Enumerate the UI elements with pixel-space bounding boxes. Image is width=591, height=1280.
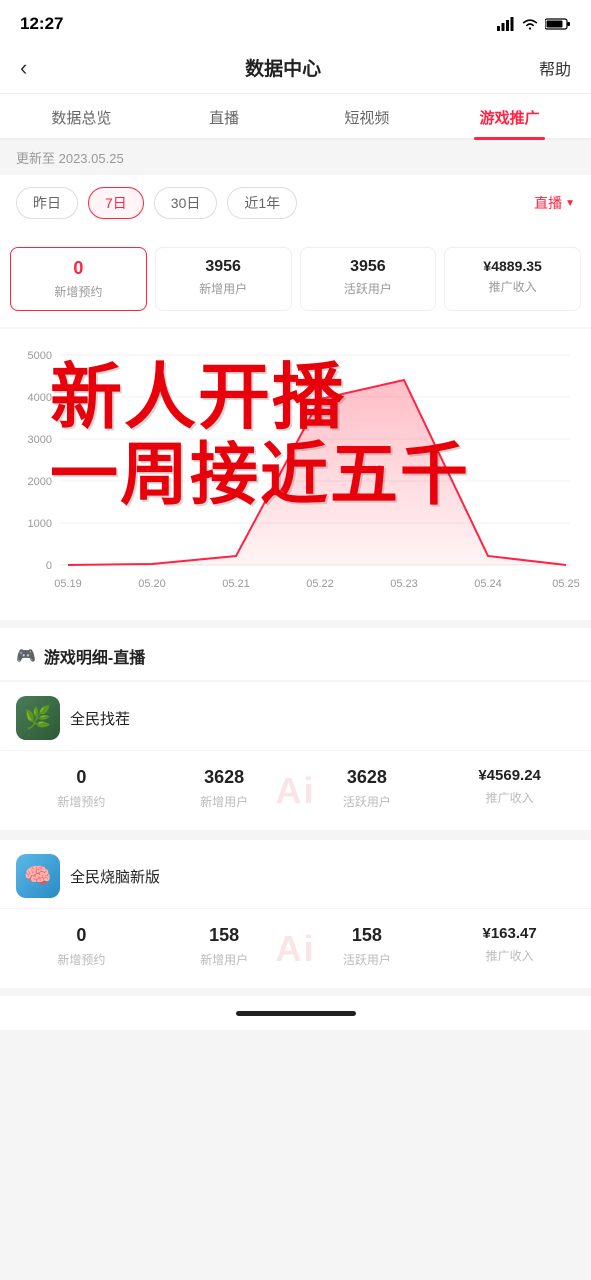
bottom-bar — [0, 996, 591, 1030]
stat-value-reservations: 0 — [15, 258, 142, 279]
game-stat-val-2-2: 158 — [296, 925, 439, 946]
svg-text:05.22: 05.22 — [306, 578, 334, 590]
game-stat-lbl-2-1: 新增用户 — [153, 951, 296, 968]
game-stat-val-1-2: 3628 — [296, 767, 439, 788]
game-stat-reservations-1: 0 新增预约 — [10, 767, 153, 810]
tab-data-overview[interactable]: 数据总览 — [10, 94, 153, 138]
game-thumb-2: 🧠 — [16, 854, 60, 898]
game-stat-val-2-1: 158 — [153, 925, 296, 946]
game-stat-reservations-2: 0 新增预约 — [10, 925, 153, 968]
game-stat-val-2-3: ¥163.47 — [438, 925, 581, 942]
game-header-1: 🌿 全民找茬 — [0, 682, 591, 751]
svg-text:05.24: 05.24 — [474, 578, 502, 590]
filter-1year[interactable]: 近1年 — [227, 187, 297, 219]
game-name-1: 全民找茬 — [70, 708, 130, 729]
chart-fill — [68, 380, 566, 565]
back-button[interactable]: ‹ — [20, 55, 27, 81]
game-stat-active-users-1: 3628 活跃用户 — [296, 767, 439, 810]
svg-text:3000: 3000 — [28, 434, 52, 446]
tab-game-promo[interactable]: 游戏推广 — [438, 94, 581, 138]
game-item-2: 🧠 全民烧脑新版 Ai 0 新增预约 158 新增用户 158 活跃用户 ¥16… — [0, 840, 591, 988]
update-text: 更新至 2023.05.25 — [16, 151, 124, 166]
gamepad-icon: 🎮 — [16, 646, 36, 666]
svg-text:0: 0 — [46, 560, 52, 572]
stats-row: 0 新增预约 3956 新增用户 3956 活跃用户 ¥4889.35 推广收入 — [0, 231, 591, 327]
stat-label-active-users: 活跃用户 — [305, 280, 432, 297]
page-title: 数据中心 — [245, 54, 321, 81]
game-stat-new-users-1: 3628 新增用户 — [153, 767, 296, 810]
line-chart: 5000 4000 3000 2000 1000 0 05.19 05.20 0… — [10, 345, 581, 605]
section-label: 游戏明细-直播 — [44, 644, 145, 668]
chart-container: 新人开播 一周接近五千 5000 4000 3000 2000 1000 0 0… — [0, 329, 591, 620]
game-stat-lbl-1-1: 新增用户 — [153, 793, 296, 810]
game-stat-val-2-0: 0 — [10, 925, 153, 946]
game-stat-lbl-2-0: 新增预约 — [10, 951, 153, 968]
game-stat-lbl-1-2: 活跃用户 — [296, 793, 439, 810]
svg-text:2000: 2000 — [28, 476, 52, 488]
section-divider — [0, 830, 591, 838]
battery-icon — [545, 17, 571, 31]
stat-card-new-reservations: 0 新增预约 — [10, 247, 147, 311]
game-name-2: 全民烧脑新版 — [70, 866, 160, 887]
game-stat-lbl-2-2: 活跃用户 — [296, 951, 439, 968]
game-stat-lbl-2-3: 推广收入 — [438, 947, 581, 964]
svg-text:5000: 5000 — [28, 350, 52, 362]
game-item-1: 🌿 全民找茬 Ai 0 新增预约 3628 新增用户 3628 活跃用户 ¥45… — [0, 682, 591, 830]
status-icons — [497, 17, 571, 31]
game-stat-val-1-3: ¥4569.24 — [438, 767, 581, 784]
stat-card-new-users: 3956 新增用户 — [155, 247, 292, 311]
svg-text:05.23: 05.23 — [390, 578, 418, 590]
game-stats-1: Ai 0 新增预约 3628 新增用户 3628 活跃用户 ¥4569.24 推… — [0, 751, 591, 830]
filter-yesterday[interactable]: 昨日 — [16, 187, 78, 219]
status-time: 12:27 — [20, 14, 63, 34]
header: ‹ 数据中心 帮助 — [0, 44, 591, 94]
svg-text:05.19: 05.19 — [54, 578, 82, 590]
game-stat-new-users-2: 158 新增用户 — [153, 925, 296, 968]
help-button[interactable]: 帮助 — [539, 56, 571, 80]
wifi-icon — [521, 17, 539, 31]
game-section-title: 🎮 游戏明细-直播 — [0, 628, 591, 680]
svg-text:1000: 1000 — [28, 518, 52, 530]
game-stat-revenue-1: ¥4569.24 推广收入 — [438, 767, 581, 810]
stat-label-revenue: 推广收入 — [449, 278, 576, 295]
svg-text:05.20: 05.20 — [138, 578, 166, 590]
home-indicator — [236, 1011, 356, 1016]
game-stat-lbl-1-3: 推广收入 — [438, 789, 581, 806]
signal-icon — [497, 17, 515, 31]
game-stat-revenue-2: ¥163.47 推广收入 — [438, 925, 581, 968]
status-bar: 12:27 — [0, 0, 591, 44]
game-header-2: 🧠 全民烧脑新版 — [0, 840, 591, 909]
game-stat-active-users-2: 158 活跃用户 — [296, 925, 439, 968]
stat-label-new-users: 新增用户 — [160, 280, 287, 297]
svg-text:05.21: 05.21 — [222, 578, 250, 590]
game-stat-val-1-1: 3628 — [153, 767, 296, 788]
game-stat-val-1-0: 0 — [10, 767, 153, 788]
stat-card-active-users: 3956 活跃用户 — [300, 247, 437, 311]
live-label: 直播 — [534, 193, 562, 213]
game-thumb-1: 🌿 — [16, 696, 60, 740]
tab-live[interactable]: 直播 — [153, 94, 296, 138]
filter-30days[interactable]: 30日 — [154, 187, 218, 219]
stat-value-new-users: 3956 — [160, 258, 287, 276]
filter-7days[interactable]: 7日 — [88, 187, 144, 219]
chevron-down-icon: ▼ — [565, 198, 575, 209]
svg-text:05.25: 05.25 — [552, 578, 580, 590]
stat-value-active-users: 3956 — [305, 258, 432, 276]
tab-short-video[interactable]: 短视频 — [296, 94, 439, 138]
game-stats-2: Ai 0 新增预约 158 新增用户 158 活跃用户 ¥163.47 推广收入 — [0, 909, 591, 988]
time-filter-bar: 昨日 7日 30日 近1年 直播 ▼ — [0, 175, 591, 231]
svg-text:4000: 4000 — [28, 392, 52, 404]
game-stat-lbl-1-0: 新增预约 — [10, 793, 153, 810]
live-type-selector[interactable]: 直播 ▼ — [534, 193, 575, 213]
tab-bar: 数据总览 直播 短视频 游戏推广 — [0, 94, 591, 140]
update-info: 更新至 2023.05.25 — [0, 140, 591, 175]
stat-card-revenue: ¥4889.35 推广收入 — [444, 247, 581, 311]
stat-label-reservations: 新增预约 — [15, 283, 142, 300]
stat-value-revenue: ¥4889.35 — [449, 258, 576, 274]
